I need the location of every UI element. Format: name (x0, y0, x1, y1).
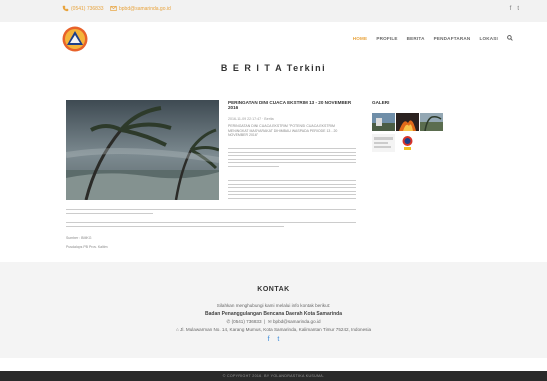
mail-icon (110, 6, 117, 11)
contact-subtitle: Silahkan menghubungi kami melalui info k… (216, 303, 331, 308)
contact-address: Jl. Mulawarman No. 14, Karang Mumus, Kot… (180, 327, 372, 332)
mail-icon: ✉ (267, 319, 272, 324)
top-bar: (0541) 736833 bpbd@samarinda.go.id f t (0, 0, 547, 22)
article-paragraph-2 (228, 178, 356, 201)
nav-home[interactable]: HOME (353, 36, 368, 41)
topbar-phone-text: (0541) 736833 (71, 5, 104, 12)
contact-section (0, 262, 547, 358)
nav-berita[interactable]: BERITA (407, 36, 425, 41)
article-source: Sumber : BMKG (66, 236, 92, 240)
article-title[interactable]: PERINGATAN DINI CUACA EKSTRIM 13 - 20 NO… (228, 100, 358, 111)
contact-phone[interactable]: (0541) 736833 (232, 319, 262, 324)
main-nav: HOME PROFILE BERITA PENDAFTARAN LOKASI (353, 35, 513, 41)
topbar-social: f t (510, 6, 519, 12)
article-image[interactable] (66, 100, 219, 200)
article-meta: 2016-11-09 22:17:47 · Berita (228, 117, 274, 121)
gallery-thumb-4[interactable] (372, 134, 395, 152)
nav-profile[interactable]: PROFILE (376, 36, 397, 41)
topbar-email[interactable]: bpbd@samarinda.go.id (110, 5, 171, 12)
footer: © COPYRIGHT 2016. BY YOLANDRASTIKA KUSUM… (0, 371, 547, 381)
contact-phone-email: ✆ (0541) 736833 | ✉ bpbd@samarinda.go.id (226, 319, 321, 324)
gallery-title: GALERI (372, 100, 390, 105)
footer-copyright: © COPYRIGHT 2016. BY YOLANDRASTIKA KUSUM… (222, 373, 325, 378)
facebook-icon[interactable]: f (268, 336, 270, 343)
contact-social: f t (0, 336, 547, 343)
facebook-icon[interactable]: f (510, 6, 512, 12)
search-icon[interactable] (507, 35, 513, 41)
gallery-thumb-1[interactable] (372, 113, 395, 131)
article-publisher: Pusdalops PB Prov. Kaltim (66, 245, 108, 249)
nav-lokasi[interactable]: LOKASI (479, 36, 498, 41)
home-icon: ⌂ (175, 327, 179, 332)
topbar-phone[interactable]: (0541) 736833 (62, 5, 104, 12)
gallery-thumb-3[interactable] (420, 113, 443, 131)
twitter-icon[interactable]: t (517, 6, 519, 12)
topbar-email-text: bpbd@samarinda.go.id (119, 5, 171, 12)
phone-icon: ✆ (226, 319, 231, 324)
gallery-thumb-2[interactable] (396, 113, 419, 131)
page-title: B E R I T A Terkini (220, 63, 327, 73)
bpbd-logo[interactable] (62, 26, 88, 52)
phone-icon (62, 5, 69, 12)
contact-title: KONTAK (257, 286, 290, 293)
gallery-thumb-5[interactable] (396, 134, 419, 152)
contact-organization: Badan Penanggulangan Bencana Daerah Kota… (205, 311, 342, 317)
article-paragraph-1 (228, 146, 356, 169)
nav-pendaftaran[interactable]: PENDAFTARAN (434, 36, 471, 41)
article-paragraph-4 (66, 220, 356, 229)
article-lead: PERINGATAN DINI CUACA EKSTRIM "POTENSI C… (228, 124, 338, 138)
twitter-icon[interactable]: t (277, 336, 279, 343)
article-paragraph-3 (66, 207, 356, 216)
contact-address-row: ⌂ Jl. Mulawarman No. 14, Karang Mumus, K… (0, 327, 547, 332)
contact-email[interactable]: bpbd@samarinda.go.id (273, 319, 321, 324)
